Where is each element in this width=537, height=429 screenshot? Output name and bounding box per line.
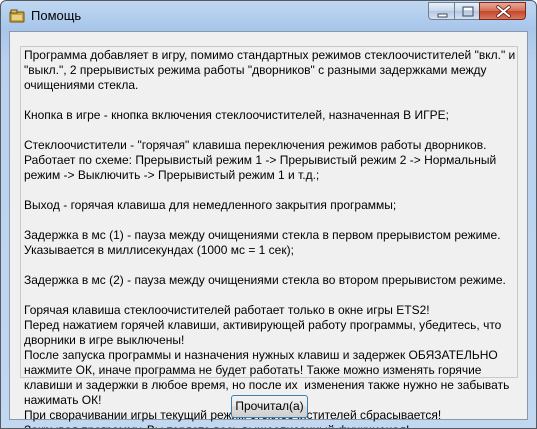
maximize-icon <box>462 6 474 17</box>
window-title: Помощь <box>31 8 82 23</box>
dialog-body: Программа добавляет в игру, помимо станд… <box>9 31 528 428</box>
minimize-button[interactable] <box>428 2 455 20</box>
help-paragraph-delay-1: Задержка в мс (1) - пауза между очищения… <box>24 228 501 257</box>
help-paragraph-exit: Выход - горячая клавиша для немедленного… <box>24 198 397 212</box>
app-icon <box>9 8 25 24</box>
read-confirm-button[interactable]: Прочитал(а) <box>231 395 308 418</box>
help-text-box: Программа добавляет в игру, помимо станд… <box>20 46 519 428</box>
maximize-button[interactable] <box>454 2 480 20</box>
close-icon <box>496 5 511 18</box>
minimize-icon <box>437 13 448 18</box>
help-paragraph-delay-2: Задержка в мс (2) - пауза между очищения… <box>24 273 506 287</box>
close-button[interactable] <box>479 2 526 20</box>
help-paragraph-wipers-hotkey: Стеклоочистители - "горячая" клавиша пер… <box>24 138 500 182</box>
help-paragraph-game-button: Кнопка в игре - кнопка включения стеклоо… <box>24 108 449 122</box>
title-bar[interactable]: Помощь <box>1 1 536 31</box>
help-dialog-window: Помощь Программа добавляет в игру, помим… <box>0 0 537 429</box>
help-paragraph-intro: Программа добавляет в игру, помимо станд… <box>24 48 519 92</box>
